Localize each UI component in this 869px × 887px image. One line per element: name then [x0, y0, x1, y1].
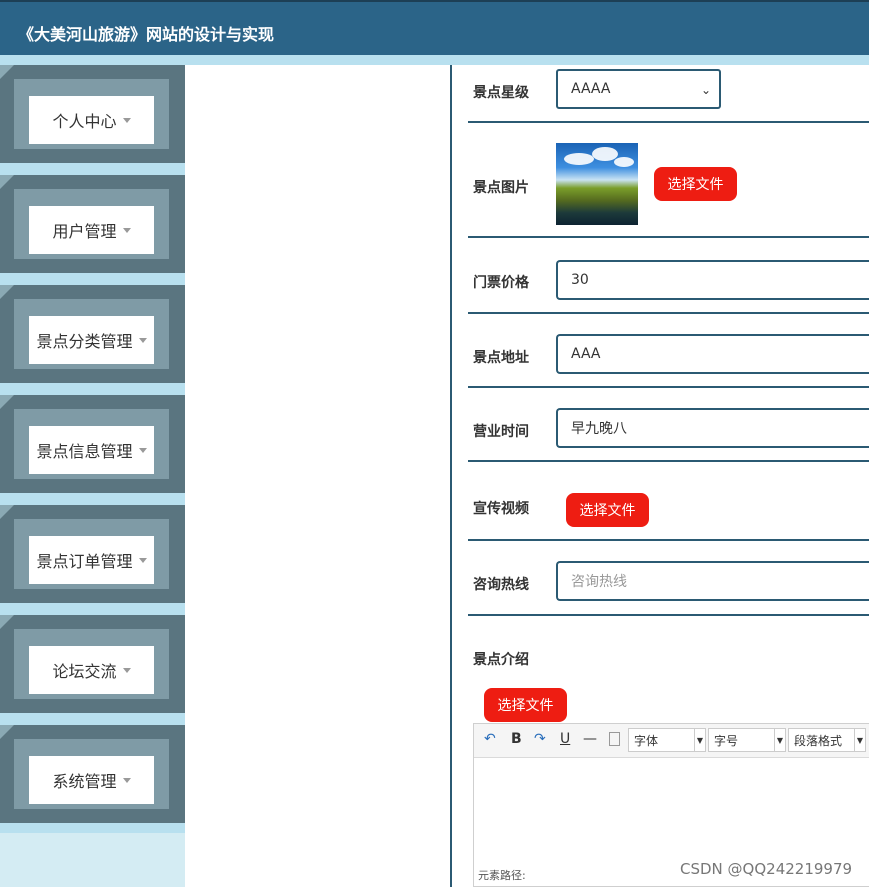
price-label: 门票价格: [473, 275, 529, 291]
hours-label: 营业时间: [473, 424, 529, 440]
menu-label: 用户管理: [52, 222, 117, 241]
dropdown-arrow-icon: ▼: [694, 729, 705, 751]
menu-label: 个人中心: [52, 112, 117, 131]
menu-button-order-management[interactable]: 景点订单管理: [29, 536, 154, 584]
address-value: AAA: [571, 346, 601, 362]
sidebar-item-forum: 论坛交流: [0, 615, 185, 725]
menu-button-system-management[interactable]: 系统管理: [29, 756, 154, 804]
paragraph-format-value: 段落格式: [794, 733, 843, 748]
element-path: 元素路径:: [478, 869, 526, 882]
caret-down-icon: [138, 337, 147, 343]
dropdown-arrow-icon: ▼: [854, 729, 865, 751]
address-input[interactable]: AAA: [556, 334, 869, 374]
form-row-address: 景点地址 AAA: [468, 314, 869, 388]
chevron-down-icon: ⌄: [700, 83, 711, 97]
horizontal-rule-button[interactable]: —: [583, 731, 597, 747]
sidebar-menu: 个人中心 用户管理 景点分类管理 景点信息管理 景点订单管理 论坛交流 系统管理: [0, 65, 185, 833]
bold-button[interactable]: B: [511, 731, 522, 747]
hotline-placeholder: 咨询热线: [571, 574, 627, 590]
rating-label: 景点星级: [473, 85, 529, 101]
redo-icon[interactable]: ↷: [534, 731, 546, 747]
form-row-rating: 景点星级 AAAA ⌄: [468, 65, 869, 123]
menu-label: 论坛交流: [52, 662, 117, 681]
price-input[interactable]: 30: [556, 260, 869, 300]
hotline-label: 咨询热线: [473, 577, 529, 593]
caret-down-icon: [122, 667, 131, 673]
font-family-select[interactable]: 字体 ▼: [628, 728, 706, 752]
underline-button[interactable]: U: [560, 731, 570, 747]
caret-down-icon: [138, 557, 147, 563]
attraction-image-thumbnail: [556, 143, 638, 225]
editor-toolbar: ↶ B ↷ U — 字体 ▼ 字号 ▼ 段落格式 ▼: [474, 724, 869, 758]
header-bar: 《大美河山旅游》网站的设计与实现: [0, 0, 869, 55]
choose-video-file-button[interactable]: 选择文件: [566, 493, 649, 527]
menu-button-personal-center[interactable]: 个人中心: [29, 96, 154, 144]
rating-select[interactable]: AAAA ⌄: [556, 69, 721, 109]
sidebar: 个人中心 用户管理 景点分类管理 景点信息管理 景点订单管理 论坛交流 系统管理: [0, 65, 185, 887]
caret-down-icon: [122, 777, 131, 783]
document-icon[interactable]: [609, 732, 620, 746]
image-label: 景点图片: [473, 180, 529, 196]
sidebar-item-system-management: 系统管理: [0, 725, 185, 835]
form-row-hotline: 咨询热线 咨询热线: [468, 541, 869, 616]
sidebar-item-personal-center: 个人中心: [0, 65, 185, 175]
menu-label: 景点订单管理: [36, 552, 133, 571]
choose-intro-file-button[interactable]: 选择文件: [484, 688, 567, 722]
content-divider: [450, 65, 452, 887]
caret-down-icon: [122, 227, 131, 233]
hotline-input[interactable]: 咨询热线: [556, 561, 869, 601]
form-row-hours: 营业时间 早九晚八: [468, 388, 869, 462]
form-row-video: 宣传视频 选择文件: [468, 462, 869, 541]
paragraph-format-select[interactable]: 段落格式 ▼: [788, 728, 866, 752]
dropdown-arrow-icon: ▼: [774, 729, 785, 751]
undo-icon[interactable]: ↶: [484, 731, 496, 747]
hours-input[interactable]: 早九晚八: [556, 408, 869, 448]
menu-label: 景点分类管理: [36, 332, 133, 351]
app-title: 《大美河山旅游》网站的设计与实现: [18, 25, 275, 44]
intro-label: 景点介绍: [473, 652, 529, 668]
form-row-price: 门票价格 30: [468, 238, 869, 314]
header-stripe: [0, 55, 869, 65]
font-family-value: 字体: [634, 733, 659, 748]
menu-label: 景点信息管理: [36, 442, 133, 461]
menu-button-category-management[interactable]: 景点分类管理: [29, 316, 154, 364]
caret-down-icon: [122, 117, 131, 123]
hours-value: 早九晚八: [571, 421, 627, 437]
sidebar-item-category-management: 景点分类管理: [0, 285, 185, 395]
font-size-value: 字号: [714, 733, 739, 748]
watermark: CSDN @QQ242219979: [680, 860, 853, 878]
rating-value: AAAA: [571, 81, 611, 97]
choose-image-file-button[interactable]: 选择文件: [654, 167, 737, 201]
menu-button-user-management[interactable]: 用户管理: [29, 206, 154, 254]
sidebar-item-attraction-management: 景点信息管理: [0, 395, 185, 505]
font-size-select[interactable]: 字号 ▼: [708, 728, 786, 752]
sidebar-item-user-management: 用户管理: [0, 175, 185, 285]
menu-button-forum[interactable]: 论坛交流: [29, 646, 154, 694]
video-label: 宣传视频: [473, 501, 529, 517]
price-value: 30: [571, 272, 589, 288]
menu-label: 系统管理: [52, 772, 117, 791]
menu-button-attraction-management[interactable]: 景点信息管理: [29, 426, 154, 474]
caret-down-icon: [138, 447, 147, 453]
sidebar-item-order-management: 景点订单管理: [0, 505, 185, 615]
address-label: 景点地址: [473, 350, 529, 366]
